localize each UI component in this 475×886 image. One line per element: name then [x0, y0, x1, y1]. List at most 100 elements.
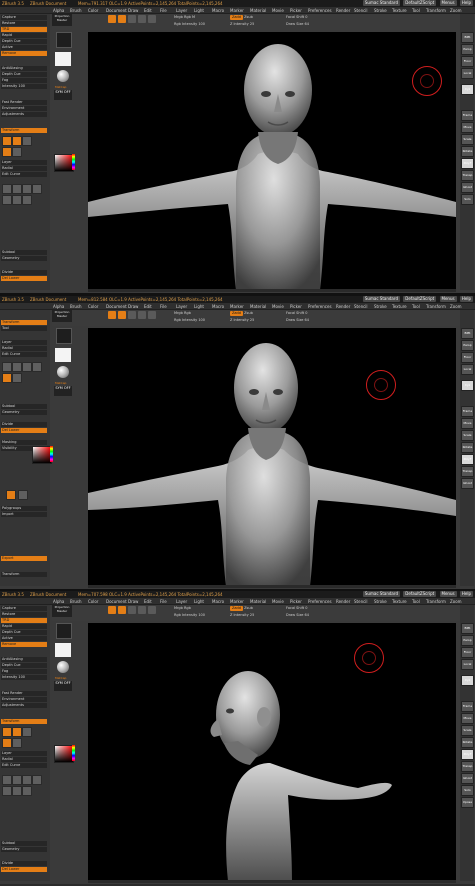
zsub-toggle[interactable]: Zsub: [244, 15, 253, 19]
menu-stroke[interactable]: Stroke: [374, 599, 387, 604]
rotate-view-button[interactable]: Rotate: [461, 442, 474, 453]
menu-stencil[interactable]: Stencil: [354, 304, 368, 309]
brush-name[interactable]: Sumac Standard: [362, 591, 400, 597]
palette-row[interactable]: Intensity 100: [1, 675, 47, 680]
palette-row[interactable]: Radial: [1, 166, 47, 171]
rgb-intensity-slider[interactable]: Rgb Intensity 100: [174, 613, 205, 617]
rgb-toggle[interactable]: Rgb: [184, 15, 191, 19]
menu-layer[interactable]: Layer: [176, 8, 187, 13]
draw-size-slider[interactable]: Draw Size 64: [286, 318, 309, 322]
solo-button[interactable]: Solo: [461, 785, 474, 796]
rgb-toggle[interactable]: Rgb: [184, 311, 191, 315]
palette-row[interactable]: Divide: [1, 422, 47, 427]
hue-strip[interactable]: [72, 154, 75, 170]
draw-button[interactable]: [118, 15, 126, 23]
palette-row[interactable]: Masking: [1, 440, 47, 445]
bpr-button[interactable]: BPR: [461, 32, 474, 43]
palette-row[interactable]: Fast Render: [1, 691, 47, 696]
palette-row[interactable]: Capture: [1, 15, 47, 20]
palette-row[interactable]: Import: [1, 512, 47, 517]
palette-row[interactable]: Fog: [1, 78, 47, 83]
transp-button[interactable]: Transp: [461, 761, 474, 772]
alpha-swatch[interactable]: [55, 348, 71, 362]
draw-size-slider[interactable]: Draw Size 64: [286, 22, 309, 26]
symmetry-button[interactable]: SYM OFF: [54, 386, 72, 396]
rotate-icon[interactable]: [12, 738, 22, 748]
mrgb-toggle[interactable]: Mrgb: [174, 311, 183, 315]
move-view-button[interactable]: Move: [461, 418, 474, 429]
menu-file[interactable]: File: [160, 8, 167, 13]
move-icon[interactable]: [22, 136, 32, 146]
draw-size-slider[interactable]: Draw Size 64: [286, 613, 309, 617]
menu-tool[interactable]: Tool: [412, 304, 420, 309]
skin-button[interactable]: DefaultZScript: [403, 591, 437, 597]
zadd-toggle[interactable]: Zadd: [230, 15, 243, 20]
move-icon[interactable]: [22, 727, 32, 737]
rotate-view-button[interactable]: Rotate: [461, 737, 474, 748]
menu-tool[interactable]: Tool: [412, 8, 420, 13]
palette-row[interactable]: Edit Curve: [1, 352, 47, 357]
palette-row[interactable]: Environment: [1, 106, 47, 111]
document-canvas[interactable]: [88, 623, 456, 881]
palette-row[interactable]: Geometry: [1, 410, 47, 415]
menu-marker[interactable]: Marker: [230, 304, 244, 309]
palette-row[interactable]: Transform: [1, 320, 47, 325]
local-button[interactable]: Local: [461, 659, 474, 670]
bpr-button[interactable]: BPR: [461, 328, 474, 339]
persp-button[interactable]: Persp: [461, 635, 474, 646]
z-intensity-slider[interactable]: Z Intensity 25: [230, 22, 254, 26]
scale-button[interactable]: [138, 311, 146, 319]
menu-material[interactable]: Material: [250, 8, 266, 13]
palette-row[interactable]: Layer: [1, 751, 47, 756]
mesh-icon[interactable]: [12, 786, 22, 796]
palette-row[interactable]: Layer: [1, 340, 47, 345]
menu-picker[interactable]: Picker: [290, 599, 302, 604]
symmetry-button[interactable]: SYM OFF: [54, 90, 72, 100]
menu-file[interactable]: File: [160, 599, 167, 604]
menu-color[interactable]: Color: [88, 599, 98, 604]
menu-stroke[interactable]: Stroke: [374, 8, 387, 13]
edit-button[interactable]: [108, 15, 116, 23]
scale-view-button[interactable]: Scale: [461, 134, 474, 145]
menu-render[interactable]: Render: [336, 8, 350, 13]
palette-row[interactable]: Active: [1, 636, 47, 641]
palette-row[interactable]: Transform: [1, 572, 47, 577]
color-picker[interactable]: [32, 446, 52, 464]
ghost-button[interactable]: Ghost: [461, 182, 474, 193]
palette-row[interactable]: TRD: [1, 618, 47, 623]
menu-texture[interactable]: Texture: [392, 8, 407, 13]
menu-edit[interactable]: Edit: [144, 8, 152, 13]
menu-zoom[interactable]: Zoom: [450, 599, 462, 604]
menu-picker[interactable]: Picker: [290, 304, 302, 309]
scale-view-button[interactable]: Scale: [461, 725, 474, 736]
menu-brush[interactable]: Brush: [70, 8, 82, 13]
brush-stroke-icon[interactable]: [56, 32, 72, 48]
brush-name[interactable]: Sumac Standard: [362, 0, 400, 6]
palette-row[interactable]: TRD: [1, 27, 47, 32]
brush-icon[interactable]: [18, 490, 28, 500]
palette-row[interactable]: Del Lower: [1, 867, 47, 872]
palette-row[interactable]: Tool: [1, 326, 47, 331]
mesh-icon[interactable]: [2, 362, 12, 372]
menu-transform[interactable]: Transform: [426, 8, 446, 13]
frame-button[interactable]: Frame: [461, 406, 474, 417]
solo-button[interactable]: Solo: [461, 194, 474, 205]
polyf-button[interactable]: PolyF: [461, 158, 474, 169]
alpha-swatch[interactable]: [55, 52, 71, 66]
menu-texture[interactable]: Texture: [392, 304, 407, 309]
palette-row[interactable]: Edit Curve: [1, 172, 47, 177]
menu-movie[interactable]: Movie: [272, 304, 284, 309]
menus-button[interactable]: Menus: [439, 296, 457, 302]
mesh-icon[interactable]: [12, 184, 22, 194]
menu-zoom[interactable]: Zoom: [450, 304, 462, 309]
palette-row[interactable]: Depth Cue: [1, 72, 47, 77]
rgb-intensity-slider[interactable]: Rgb Intensity 100: [174, 22, 205, 26]
move-view-button[interactable]: Move: [461, 122, 474, 133]
focal-shift-slider[interactable]: Focal Shift 0: [286, 15, 307, 19]
mrgb-toggle[interactable]: Mrgb: [174, 15, 183, 19]
xyz-button[interactable]: Xyz: [461, 675, 474, 686]
mesh-icon[interactable]: [32, 362, 42, 372]
focal-shift-slider[interactable]: Focal Shift 0: [286, 311, 307, 315]
palette-row[interactable]: Divide: [1, 861, 47, 866]
color-picker[interactable]: [54, 154, 74, 172]
